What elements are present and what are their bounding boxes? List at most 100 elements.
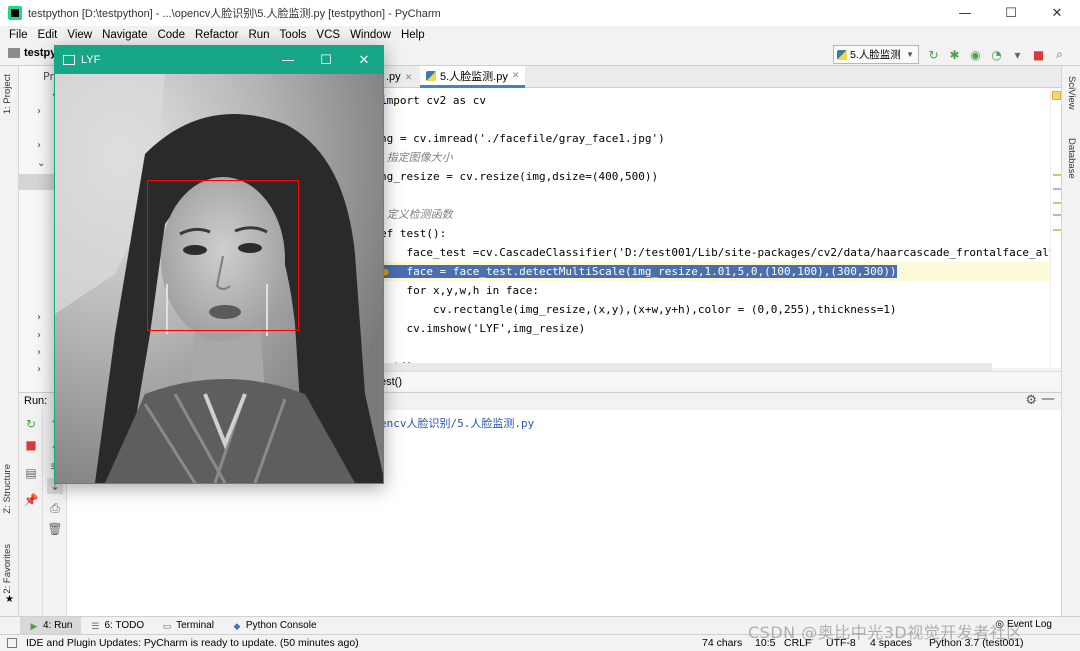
python-file-icon bbox=[837, 49, 847, 60]
menu-bar: File Edit View Navigate Code Refactor Ru… bbox=[0, 26, 1080, 44]
code-line[interactable]: import cv2 as cv bbox=[380, 91, 1050, 110]
menu-tools[interactable]: Tools bbox=[275, 29, 312, 41]
maximize-button[interactable]: ☐ bbox=[988, 0, 1034, 26]
coverage-icon[interactable]: ◉ bbox=[967, 46, 984, 63]
code-line[interactable]: ng_resize = cv.resize(img,dsize=(400,500… bbox=[380, 167, 1050, 186]
code-line[interactable]: face_test =cv.CascadeClassifier('D:/test… bbox=[380, 243, 1050, 262]
search-icon[interactable]: ⌕ bbox=[1051, 46, 1068, 63]
menu-refactor[interactable]: Refactor bbox=[190, 29, 243, 41]
tab-todo[interactable]: ☰ 6: TODO bbox=[81, 617, 153, 635]
menu-vcs[interactable]: VCS bbox=[311, 29, 345, 41]
code-line[interactable]: 定义检测函数 bbox=[380, 205, 1050, 224]
error-stripe-mark[interactable] bbox=[1053, 188, 1061, 190]
menu-file[interactable]: File bbox=[4, 29, 33, 41]
cv-close-button[interactable]: ✕ bbox=[345, 46, 383, 74]
face-detection-rectangle bbox=[147, 180, 299, 331]
tab-python-console-label: Python Console bbox=[245, 620, 317, 631]
editor-horizontal-scrollbar[interactable] bbox=[380, 363, 992, 371]
editor-tab-active[interactable]: 5.人脸监测.py ✕ bbox=[420, 66, 526, 88]
code-line[interactable]: ng = cv.imread('./facefile/gray_face1.jp… bbox=[380, 129, 1050, 148]
python-file-icon bbox=[426, 70, 436, 81]
tab-run[interactable]: ▶ 4: Run bbox=[20, 616, 82, 635]
chevron-down-icon: ▼ bbox=[906, 50, 914, 59]
sciview-tool-tab[interactable]: SciView bbox=[1066, 76, 1077, 110]
menu-run[interactable]: Run bbox=[243, 29, 274, 41]
editor-vertical-scrollbar[interactable] bbox=[1050, 88, 1061, 368]
minimize-button[interactable]: — bbox=[942, 0, 988, 26]
tree-expand-icon[interactable]: › bbox=[37, 106, 41, 117]
debug-icon[interactable]: ✱ bbox=[946, 46, 963, 63]
watermark-text: CSDN @奥比中光3D视觉开发者社区 bbox=[748, 623, 1023, 642]
trash-icon[interactable]: 🗑 bbox=[47, 521, 63, 537]
cv-maximize-button[interactable]: ☐ bbox=[307, 46, 345, 74]
error-stripe-mark[interactable] bbox=[1053, 214, 1061, 216]
run-configuration-dropdown[interactable]: 5.人脸监测 ▼ bbox=[833, 45, 919, 64]
hide-panel-icon[interactable]: — bbox=[1041, 391, 1055, 407]
tree-expand-icon[interactable]: › bbox=[37, 364, 41, 375]
run-icon: ▶ bbox=[30, 620, 38, 631]
error-stripe-mark[interactable] bbox=[1053, 202, 1061, 204]
cv-window-titlebar[interactable]: LYF — ☐ ✕ bbox=[55, 46, 383, 74]
folder-icon bbox=[8, 48, 20, 58]
run-config-label: 5.人脸监测 bbox=[850, 49, 901, 61]
tree-expand-icon[interactable]: › bbox=[37, 347, 41, 358]
console-output: encv人脸识别/5.人脸监测.py bbox=[380, 417, 535, 430]
pin-icon[interactable]: 📌 bbox=[23, 492, 39, 508]
menu-view[interactable]: View bbox=[62, 29, 97, 41]
menu-edit[interactable]: Edit bbox=[33, 29, 63, 41]
rerun-icon[interactable]: ↻ bbox=[925, 46, 942, 63]
code-editor[interactable]: import cv2 as cv ng = cv.imread('./facef… bbox=[380, 88, 1050, 368]
pycharm-logo-icon bbox=[8, 6, 22, 20]
stop-icon[interactable]: ■ bbox=[1030, 46, 1047, 63]
code-line[interactable]: cv.rectangle(img_resize,(x,y),(x+w,y+h),… bbox=[380, 300, 1050, 319]
status-toggle-icon[interactable] bbox=[7, 638, 17, 648]
concurrency-icon[interactable]: ▾ bbox=[1009, 46, 1026, 63]
menu-help[interactable]: Help bbox=[396, 29, 430, 41]
cv-minimize-button[interactable]: — bbox=[269, 46, 307, 74]
database-tool-tab[interactable]: Database bbox=[1066, 138, 1077, 179]
error-stripe-mark[interactable] bbox=[1053, 229, 1061, 231]
terminal-icon: ▭ bbox=[162, 620, 172, 631]
structure-tool-tab[interactable]: Z: Structure bbox=[2, 464, 13, 514]
code-line[interactable]: cv.imshow('LYF',img_resize) bbox=[380, 319, 1050, 338]
rerun-icon[interactable]: ↻ bbox=[23, 416, 39, 432]
menu-code[interactable]: Code bbox=[152, 29, 190, 41]
project-breadcrumb[interactable]: testpy bbox=[8, 47, 56, 59]
tab-terminal[interactable]: ▭ Terminal bbox=[153, 617, 223, 635]
todo-icon: ☰ bbox=[91, 620, 100, 631]
favorites-tool-tab[interactable]: 2: Favorites bbox=[2, 544, 13, 594]
status-message[interactable]: IDE and Plugin Updates: PyCharm is ready… bbox=[26, 637, 359, 649]
tab-python-console[interactable]: ◆ Python Console bbox=[223, 617, 326, 635]
error-stripe-mark[interactable] bbox=[1053, 174, 1061, 176]
star-icon: ★ bbox=[5, 594, 14, 605]
gear-icon[interactable]: ⚙ bbox=[1025, 393, 1037, 408]
editor-tab-other[interactable]: .py ✕ bbox=[380, 66, 418, 88]
tree-expand-icon[interactable]: › bbox=[37, 312, 41, 323]
code-line[interactable]: 指定图像大小 bbox=[380, 148, 1050, 167]
opencv-image-window[interactable]: LYF — ☐ ✕ bbox=[54, 45, 384, 484]
code-line[interactable]: ef test(): bbox=[380, 224, 1050, 243]
project-tool-tab[interactable]: 1: Project bbox=[2, 74, 13, 114]
close-icon[interactable]: ✕ bbox=[405, 72, 413, 83]
layout-icon[interactable]: ▤ bbox=[23, 465, 39, 481]
editor-tab-bar: .py ✕ 5.人脸监测.py ✕ bbox=[380, 66, 1061, 88]
window-title: testpython [D:\testpython] - ...\opencv人… bbox=[28, 8, 441, 20]
editor-tab-label: .py bbox=[386, 71, 401, 83]
close-button[interactable]: ✕ bbox=[1034, 0, 1080, 26]
tree-expand-icon[interactable]: › bbox=[37, 330, 41, 341]
code-line[interactable]: for x,y,w,h in face: bbox=[380, 281, 1050, 300]
char-count: 74 chars bbox=[702, 637, 743, 649]
tree-collapse-icon[interactable]: ⌄ bbox=[37, 158, 45, 169]
code-line-current[interactable]: ● face = face_test.detectMultiScale(img_… bbox=[380, 262, 1050, 281]
editor-tab-label: 5.人脸监测.py bbox=[440, 70, 508, 83]
menu-window[interactable]: Window bbox=[345, 29, 396, 41]
cv-window-title: LYF bbox=[81, 54, 101, 66]
left-tool-stripe: 1: Project Z: Structure 2: Favorites ★ bbox=[0, 66, 19, 616]
profile-icon[interactable]: ◔ bbox=[988, 46, 1005, 63]
tree-expand-icon[interactable]: › bbox=[37, 140, 41, 151]
menu-navigate[interactable]: Navigate bbox=[97, 29, 152, 41]
close-icon[interactable]: ✕ bbox=[512, 70, 520, 81]
print-icon[interactable]: ⎙ bbox=[47, 500, 63, 516]
warning-indicator-icon[interactable] bbox=[1052, 91, 1061, 100]
stop-icon[interactable]: ■ bbox=[23, 437, 39, 453]
